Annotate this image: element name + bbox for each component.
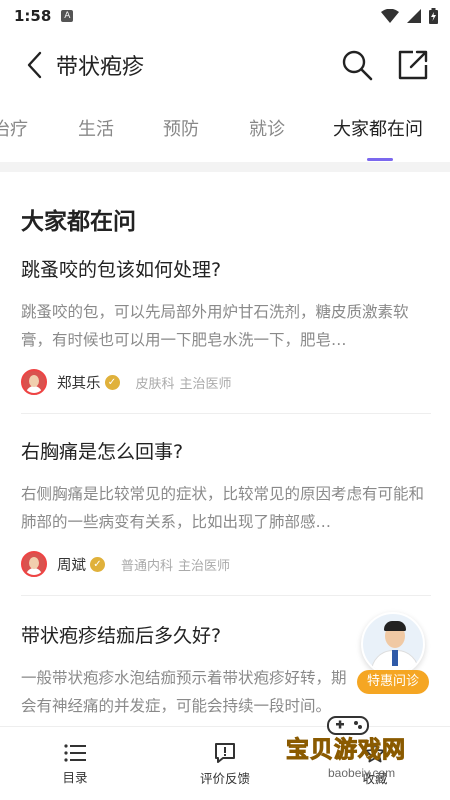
bottom-toolbar: 目录 评价反馈 收藏: [0, 726, 450, 800]
list-icon: [64, 743, 86, 762]
topic-tabs: 治疗 生活 预防 就诊 大家都在问: [0, 98, 450, 162]
question-card[interactable]: 跳蚤咬的包该如何处理? 跳蚤咬的包，可以先局部外用炉甘石洗剂，糖皮质激素软膏，有…: [21, 256, 431, 396]
discount-consult-button[interactable]: 特惠问诊: [357, 612, 429, 696]
answer-preview: 右侧胸痛是比较常见的症状，比较常见的原因考虑有可能和肺部的一些病变有关系，比如出…: [21, 485, 425, 531]
app-bar: 带状疱疹: [0, 32, 450, 98]
doctor-avatar: [21, 369, 47, 395]
status-bar: 1:58 A: [0, 0, 450, 32]
wifi-icon: [381, 9, 399, 23]
battery-icon: [429, 8, 438, 24]
doctor-department: 皮肤科: [135, 376, 175, 392]
page-title: 带状疱疹: [56, 55, 145, 80]
answer-preview: 一般带状疱疹水泡结痂预示着带状疱疹好转，期会有神经痛的并发症，可能会持续一段时间…: [21, 669, 347, 715]
back-arrow-icon: [27, 51, 42, 79]
doctor-info: 郑其乐 ✓ 皮肤科 主治医师: [21, 368, 431, 396]
share-icon: [398, 50, 428, 80]
status-time: 1:58: [14, 7, 52, 25]
favorite-label: 收藏: [362, 770, 388, 786]
doctor-name: 郑其乐: [57, 375, 101, 392]
catalog-label: 目录: [62, 769, 88, 785]
answer-preview: 跳蚤咬的包，可以先局部外用炉甘石洗剂，糖皮质激素软膏，有时候也可以用一下肥皂水洗…: [21, 303, 409, 349]
doctor-title: 主治医师: [178, 558, 231, 574]
doctor-title: 主治医师: [179, 376, 232, 392]
consult-doctor-avatar: [361, 612, 425, 676]
feedback-icon: [215, 742, 235, 763]
doctor-avatar: [21, 551, 47, 577]
signal-icon: [407, 9, 421, 23]
verified-badge-icon: ✓: [90, 556, 105, 572]
search-button[interactable]: [340, 48, 374, 82]
share-button[interactable]: [396, 48, 430, 82]
favorite-button[interactable]: 收藏: [320, 727, 430, 800]
consult-label: 特惠问诊: [357, 670, 429, 694]
notification-app-icon: A: [61, 10, 74, 22]
tab-life[interactable]: 生活: [78, 98, 114, 162]
item-divider: [21, 595, 431, 596]
doctor-name: 周斌: [57, 557, 86, 574]
feedback-label: 评价反馈: [199, 770, 250, 786]
doctor-department: 普通内科: [121, 558, 174, 574]
feedback-button[interactable]: 评价反馈: [170, 727, 280, 800]
star-icon: [365, 742, 385, 762]
catalog-button[interactable]: 目录: [20, 727, 130, 800]
tab-visit[interactable]: 就诊: [249, 98, 285, 162]
question-title[interactable]: 右胸痛是怎么回事?: [21, 438, 431, 466]
verified-badge-icon: ✓: [104, 374, 120, 390]
tab-prevention[interactable]: 预防: [163, 98, 199, 162]
back-button[interactable]: [14, 45, 54, 85]
section-title: 大家都在问: [21, 209, 136, 235]
section-divider: [0, 162, 450, 172]
question-title[interactable]: 跳蚤咬的包该如何处理?: [21, 256, 431, 284]
item-divider: [21, 413, 431, 414]
search-icon: [342, 50, 373, 81]
tab-everyone-asks[interactable]: 大家都在问: [333, 98, 423, 162]
doctor-info: 周斌 ✓ 普通内科 主治医师: [21, 550, 431, 578]
tab-treatment[interactable]: 治疗: [0, 98, 28, 162]
question-card[interactable]: 右胸痛是怎么回事? 右侧胸痛是比较常见的症状，比较常见的原因考虑有可能和肺部的一…: [21, 438, 431, 578]
active-tab-indicator: [367, 158, 393, 161]
